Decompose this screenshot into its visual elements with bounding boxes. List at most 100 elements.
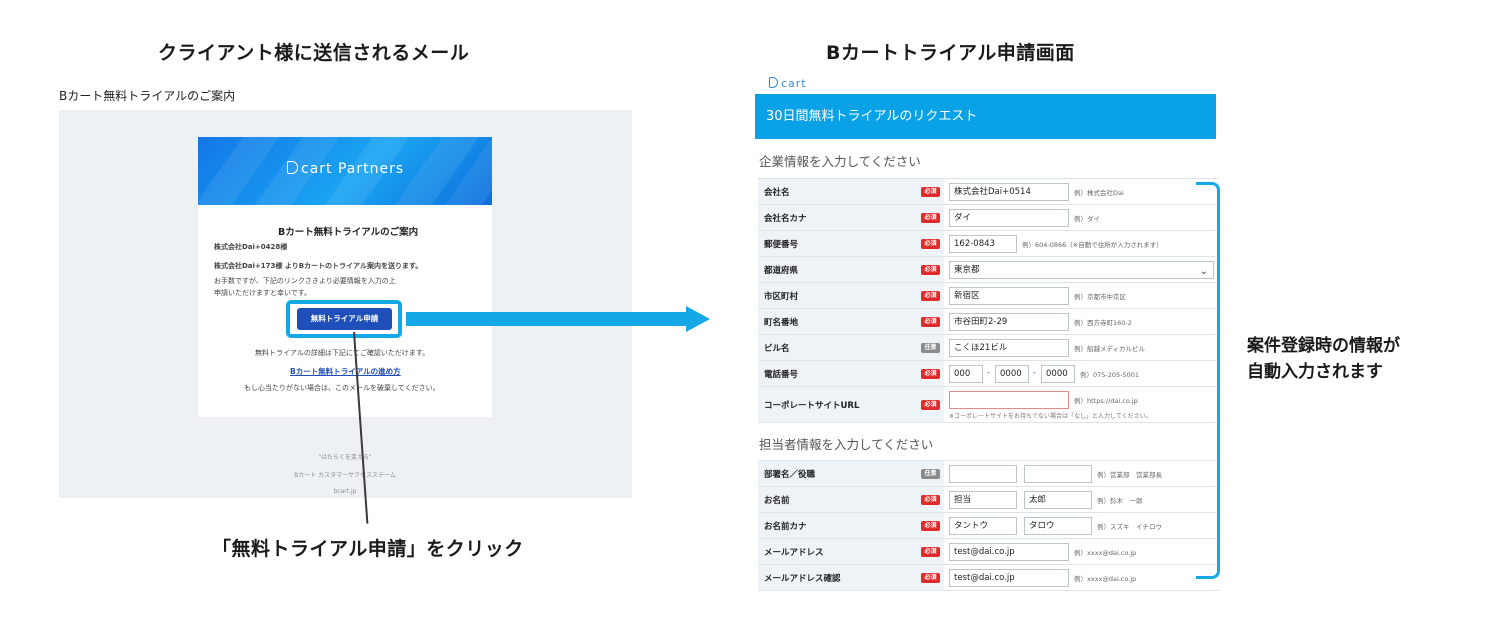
company-name-input[interactable]: 株式会社Dai+0514 xyxy=(949,183,1069,201)
field-label: 電話番号 xyxy=(764,369,799,380)
form-row-prefecture: 都道府県 必須 東京都 ⌄ xyxy=(758,257,1219,283)
footer-system: Bカート カスタマーサクセスステーム xyxy=(294,472,396,479)
form-banner: 30日間無料トライアルのリクエスト xyxy=(755,94,1216,139)
email-confirm-input[interactable]: test@dai.co.jp xyxy=(949,569,1069,587)
form-row-company-kana: 会社名カナ 必須 ダイ 例）ダイ xyxy=(758,205,1219,231)
company-section-title: 企業情報を入力してください xyxy=(759,154,921,169)
form-row-postal-code: 郵便番号 必須 162-0843 例）604-0866（※自動で住所が入力されます… xyxy=(758,231,1219,257)
first-name-kana-input[interactable]: タロウ xyxy=(1024,517,1092,535)
b-logo-icon xyxy=(769,77,778,88)
dash-separator: - xyxy=(987,368,990,377)
callout-line: 自動入力されます xyxy=(1247,362,1383,382)
form-row-street: 町名番地 必須 市谷田町2-29 例）西方寺町160-2 xyxy=(758,309,1219,335)
field-label: 町名番地 xyxy=(764,317,799,328)
field-label: 都道府県 xyxy=(764,265,799,276)
email-recipient: 株式会社Dai+0428様 xyxy=(214,243,288,251)
department-input[interactable] xyxy=(949,465,1017,483)
b-logo-icon xyxy=(287,161,298,174)
required-badge: 必須 xyxy=(921,238,940,249)
required-badge: 必須 xyxy=(921,546,940,557)
trial-guide-link[interactable]: Bカート無料トライアルの進め方 xyxy=(290,366,401,377)
required-badge: 必須 xyxy=(921,316,940,327)
form-row-name: お名前 必須 担当 太郎 例）鈴木 一郎 xyxy=(758,487,1219,513)
email-body-line: 株式会社Dai+173様 よりBカートのトライアル案内を送ります。 xyxy=(214,262,423,270)
prefecture-select[interactable]: 東京都 ⌄ xyxy=(949,261,1214,279)
callout-line: 案件登録時の情報が xyxy=(1247,336,1400,356)
company-info-table: 会社名 必須 株式会社Dai+0514 例）株式会社Dai 会社名カナ 必須 ダイ … xyxy=(758,178,1219,423)
left-heading: クライアント様に送信されるメール xyxy=(158,42,470,64)
required-badge: 必須 xyxy=(921,212,940,223)
field-label: お名前 xyxy=(764,495,790,506)
optional-badge: 任意 xyxy=(921,342,940,353)
city-input[interactable]: 新宿区 xyxy=(949,287,1069,305)
example-text: 例）スズキ イチロウ xyxy=(1097,523,1162,531)
flow-arrow xyxy=(406,312,688,326)
form-row-city: 市区町村 必須 新宿区 例）京都市中京区 xyxy=(758,283,1219,309)
example-text: 例）鈴木 一郎 xyxy=(1097,497,1143,505)
optional-badge: 任意 xyxy=(921,468,940,479)
field-label: 郵便番号 xyxy=(764,239,799,250)
required-badge: 必須 xyxy=(921,494,940,505)
required-badge: 必須 xyxy=(921,368,940,379)
example-text: 例）075-205-5001 xyxy=(1080,371,1140,379)
field-label: コーポレートサイトURL xyxy=(764,400,860,411)
example-text: 例）京都市中京区 xyxy=(1074,293,1126,301)
email-body-line: お手数ですが、下記のリンクさきより必要情報を入力の上 xyxy=(214,277,396,285)
example-text: 例）xxxx@dai.co.jp xyxy=(1074,549,1137,557)
email-discard-line: もし心当たりがない場合は、このメールを破棄してください。 xyxy=(244,384,440,392)
form-row-corporate-url: コーポレートサイトURL 必須 例）https://dai.co.jp ※コーポレ… xyxy=(758,387,1219,423)
right-heading: Bカートトライアル申請画面 xyxy=(826,42,1075,64)
url-note: ※コーポレートサイトをお持ちでない場合は「なし」と入力してください。 xyxy=(949,413,1152,420)
phone-input-1[interactable]: 000 xyxy=(949,365,983,383)
field-label: お名前カナ xyxy=(764,521,807,532)
first-name-input[interactable]: 太郎 xyxy=(1024,491,1092,509)
email-card: cart Partners Bカート無料トライアルのご案内 株式会社Dai+04… xyxy=(198,137,492,417)
example-text: 例）ダイ xyxy=(1074,215,1100,223)
example-text: 例）xxxx@dai.co.jp xyxy=(1074,575,1137,583)
form-row-building: ビル名 任意 こくほ21ビル 例）船越メディカルビル xyxy=(758,335,1219,361)
street-input[interactable]: 市谷田町2-29 xyxy=(949,313,1069,331)
field-label: 市区町村 xyxy=(764,291,799,302)
form-row-email-confirm: メールアドレス確認 必須 test@dai.co.jp 例）xxxx@dai.co… xyxy=(758,565,1219,591)
contact-section-title: 担当者情報を入力してください xyxy=(759,437,934,452)
postal-code-input[interactable]: 162-0843 xyxy=(949,235,1017,253)
required-badge: 必須 xyxy=(921,264,940,275)
flow-arrow-head xyxy=(686,306,710,332)
email-card-header: cart Partners xyxy=(198,137,492,205)
corporate-url-input[interactable] xyxy=(949,391,1069,409)
form-row-department: 部署名／役職 任意 例）営業部 営業部長 xyxy=(758,461,1219,487)
last-name-kana-input[interactable]: タントウ xyxy=(949,517,1017,535)
contact-info-table: 部署名／役職 任意 例）営業部 営業部長 お名前 必須 担当 太郎 例）鈴木 一郎 … xyxy=(758,460,1219,591)
phone-input-2[interactable]: 0000 xyxy=(995,365,1029,383)
form-row-company-name: 会社名 必須 株式会社Dai+0514 例）株式会社Dai xyxy=(758,179,1219,205)
email-title: Bカート無料トライアルのご案内 xyxy=(278,227,419,238)
required-badge: 必須 xyxy=(921,399,940,410)
required-badge: 必須 xyxy=(921,520,940,531)
example-text: 例）船越メディカルビル xyxy=(1074,345,1146,353)
footer-domain: bcart.jp xyxy=(333,488,357,495)
phone-input-3[interactable]: 0000 xyxy=(1041,365,1075,383)
autofill-callout: 案件登録時の情報が 自動入力されます xyxy=(1247,333,1400,385)
field-label: メールアドレス xyxy=(764,547,824,558)
dash-separator: - xyxy=(1033,368,1036,377)
free-trial-request-button[interactable]: 無料トライアル申請 xyxy=(297,308,392,330)
required-badge: 必須 xyxy=(921,186,940,197)
autofill-bracket xyxy=(1196,182,1220,579)
field-label: 部署名／役職 xyxy=(764,469,816,480)
company-kana-input[interactable]: ダイ xyxy=(949,209,1069,227)
form-logo: cart xyxy=(769,77,807,90)
email-detail-line: 無料トライアルの詳細は下記にてご確認いただけます。 xyxy=(255,349,430,357)
form-row-email: メールアドレス 必須 test@dai.co.jp 例）xxxx@dai.co.j… xyxy=(758,539,1219,565)
footer-slogan: "はたらくを変える" xyxy=(318,454,372,461)
example-text: 例）604-0866（※自動で住所が入力されます） xyxy=(1022,241,1163,249)
building-input[interactable]: こくほ21ビル xyxy=(949,339,1069,357)
position-input[interactable] xyxy=(1024,465,1092,483)
brand-logo: cart Partners xyxy=(287,161,404,177)
click-instruction: 「無料トライアル申請」をクリック xyxy=(212,538,524,560)
email-input[interactable]: test@dai.co.jp xyxy=(949,543,1069,561)
example-text: 例）営業部 営業部長 xyxy=(1097,471,1162,479)
field-label: 会社名 xyxy=(764,187,790,198)
last-name-input[interactable]: 担当 xyxy=(949,491,1017,509)
required-badge: 必須 xyxy=(921,572,940,583)
field-label: メールアドレス確認 xyxy=(764,573,841,584)
